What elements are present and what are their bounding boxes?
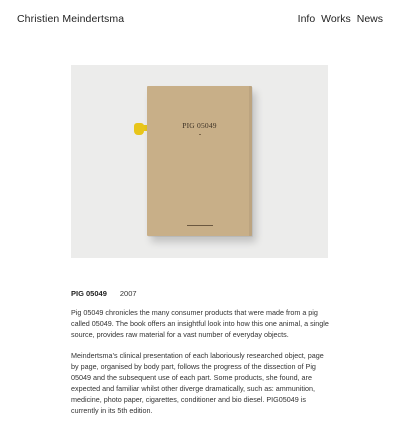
nav-info-link[interactable]: Info <box>298 13 316 25</box>
book-cover-mark <box>198 134 201 135</box>
site-header: Christien Meindertsma Info Works News <box>17 10 383 28</box>
project-year: 2007 <box>119 288 137 298</box>
yellow-pin-icon <box>134 123 144 135</box>
nav-news-link[interactable]: News <box>357 13 383 25</box>
project-meta: PIG 05049 2007 <box>71 287 137 299</box>
description-paragraph: Pig 05049 chronicles the many consumer p… <box>71 308 329 339</box>
book-cover: PIG 05049 <box>147 86 252 236</box>
project-hero-image: PIG 05049 <box>71 65 328 258</box>
description-paragraph: Meindertsma’s clinical presentation of e… <box>71 351 324 415</box>
main-nav: Info Works News <box>298 13 383 25</box>
project-title: PIG 05049 <box>71 288 107 298</box>
nav-works-link[interactable]: Works <box>321 13 351 25</box>
project-description: Pig 05049 chronicles the many consumer p… <box>71 307 333 426</box>
book-cover-footer <box>147 225 252 227</box>
book-cover-title: PIG 05049 <box>182 121 217 130</box>
site-title[interactable]: Christien Meindertsma <box>17 13 124 25</box>
